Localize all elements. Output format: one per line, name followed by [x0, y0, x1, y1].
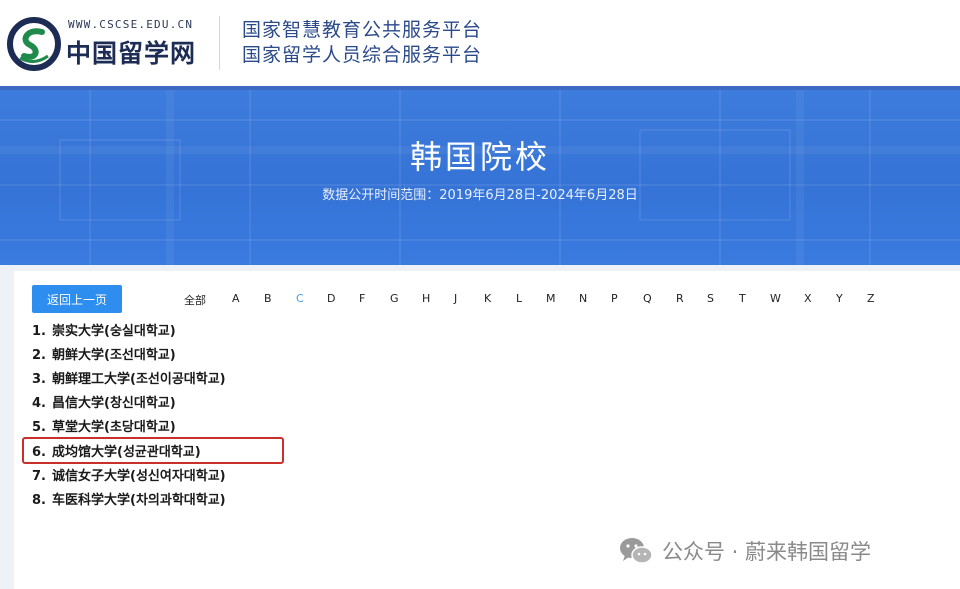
school-number: 2.: [32, 348, 46, 363]
letter-filter-j[interactable]: J: [454, 292, 457, 305]
school-name: 朝鲜理工大学(조선이공대학교): [52, 372, 226, 387]
letter-filter-h[interactable]: H: [422, 292, 430, 305]
letter-filter-all[interactable]: 全部: [184, 292, 206, 308]
letter-filter-g[interactable]: G: [390, 292, 399, 305]
site-header: WWW.CSCSE.EDU.CN 中国留学网 国家智慧教育公共服务平台 国家留学…: [0, 0, 960, 90]
page-banner: 韩国院校 数据公开时间范围：2019年6月28日-2024年6月28日: [0, 90, 960, 265]
header-divider: [219, 16, 220, 70]
school-number: 1.: [32, 324, 46, 339]
letter-filter-b[interactable]: B: [264, 292, 272, 305]
logo-url-text: WWW.CSCSE.EDU.CN: [68, 18, 194, 31]
letter-filter-r[interactable]: R: [676, 292, 684, 305]
page-title: 韩国院校: [409, 138, 550, 176]
letter-filter-l[interactable]: L: [516, 292, 522, 305]
letter-filter-x[interactable]: X: [804, 292, 812, 305]
letter-filter-s[interactable]: S: [707, 292, 714, 305]
school-name: 朝鲜大学(조선대학교): [52, 348, 176, 363]
school-name: 崇实大学(숭실대학교): [52, 324, 176, 339]
school-number: 3.: [32, 372, 46, 387]
highlight-annotation-box: [22, 437, 284, 464]
logo-name: 中国留学网: [66, 39, 197, 68]
school-item[interactable]: 7. 诚信女子大学(성신여자대학교): [32, 465, 226, 484]
platform-titles: 国家智慧教育公共服务平台 国家留学人员综合服务平台: [242, 18, 482, 68]
letter-filter-a[interactable]: A: [232, 292, 240, 305]
school-name: 车医科学大学(차의과학대학교): [52, 493, 226, 508]
school-item[interactable]: 8. 车医科学大学(차의과학대학교): [32, 489, 226, 508]
letter-filter-d[interactable]: D: [327, 292, 335, 305]
data-range-subtitle: 数据公开时间范围：2019年6月28日-2024年6月28日: [322, 188, 638, 203]
school-number: 7.: [32, 469, 46, 484]
school-name: 草堂大学(초당대학교): [52, 420, 176, 435]
school-number: 8.: [32, 493, 46, 508]
wechat-icon: [620, 538, 653, 564]
watermark-text: 公众号 · 蔚来韩国留学: [662, 540, 872, 564]
letter-filter-p[interactable]: P: [611, 292, 618, 305]
letter-filter-c[interactable]: C: [296, 292, 304, 305]
school-item[interactable]: 2. 朝鲜大学(조선대학교): [32, 344, 176, 363]
school-name: 诚信女子大学(성신여자대학교): [52, 469, 226, 484]
letter-filter-f[interactable]: F: [359, 292, 365, 305]
school-item[interactable]: 1. 崇实大学(숭실대학교): [32, 320, 176, 339]
cscse-logo-icon: [7, 17, 61, 71]
school-item[interactable]: 4. 昌信大学(창신대학교): [32, 392, 176, 411]
site-logo[interactable]: WWW.CSCSE.EDU.CN 中国留学网: [6, 14, 216, 74]
letter-filter-m[interactable]: M: [546, 292, 556, 305]
letter-filter-z[interactable]: Z: [867, 292, 875, 305]
platform-title-1: 国家智慧教育公共服务平台: [242, 19, 483, 41]
letter-filter-w[interactable]: W: [770, 292, 781, 305]
school-name: 昌信大学(창신대학교): [52, 396, 176, 411]
letter-filter-q[interactable]: Q: [643, 292, 652, 305]
wechat-watermark: 公众号 · 蔚来韩国留学: [618, 536, 871, 566]
letter-filter-k[interactable]: K: [484, 292, 491, 305]
school-item[interactable]: 3. 朝鲜理工大学(조선이공대학교): [32, 368, 226, 387]
school-number: 4.: [32, 396, 46, 411]
letter-filter-n[interactable]: N: [579, 292, 587, 305]
school-number: 5.: [32, 420, 46, 435]
back-button[interactable]: 返回上一页: [32, 285, 122, 313]
school-item[interactable]: 5. 草堂大学(초당대학교): [32, 416, 176, 435]
platform-title-2: 国家留学人员综合服务平台: [242, 44, 483, 66]
letter-filter-t[interactable]: T: [739, 292, 746, 305]
letter-filter-y[interactable]: Y: [836, 292, 843, 305]
